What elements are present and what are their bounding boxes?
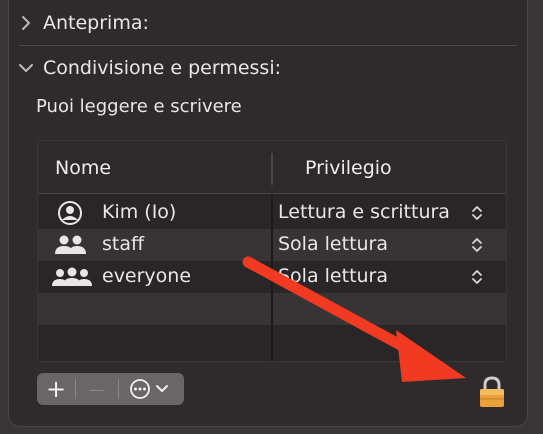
row-name: everyone	[102, 265, 192, 287]
chevron-right-icon[interactable]	[9, 15, 43, 31]
permissions-table: Nome Privilegio Kim (Io) Lettura e scrit…	[37, 140, 507, 362]
action-menu-button[interactable]	[119, 373, 181, 405]
user-circle-icon	[50, 200, 90, 226]
remove-button[interactable]: —	[76, 373, 118, 405]
chevron-down-icon[interactable]	[9, 61, 43, 75]
everyone-icon	[50, 264, 92, 290]
sharing-section-header[interactable]: Condivisione e permessi:	[9, 51, 527, 85]
group-icon	[50, 232, 90, 258]
column-separator	[271, 153, 273, 185]
permission-summary: Puoi leggere e scrivere	[36, 96, 242, 117]
privilege-select[interactable]: Lettura e scrittura	[278, 201, 450, 223]
column-header-privilege[interactable]: Privilegio	[305, 157, 392, 179]
preview-section-label: Anteprima:	[43, 12, 149, 34]
preview-section-header[interactable]: Anteprima:	[9, 6, 527, 40]
row-name: Kim (Io)	[102, 201, 177, 223]
ellipsis-circle-icon	[130, 379, 168, 399]
updown-chevron-icon[interactable]	[470, 204, 484, 222]
row-name: staff	[102, 233, 145, 255]
column-divider	[271, 194, 273, 361]
permissions-toolbar: + —	[37, 373, 184, 405]
updown-chevron-icon[interactable]	[470, 268, 484, 286]
table-header: Nome Privilegio	[38, 141, 506, 194]
add-button[interactable]: +	[37, 373, 75, 405]
section-divider	[19, 45, 517, 46]
privilege-select[interactable]: Sola lettura	[278, 265, 388, 287]
sharing-section-label: Condivisione e permessi:	[43, 57, 282, 79]
updown-chevron-icon[interactable]	[470, 236, 484, 254]
column-header-name[interactable]: Nome	[55, 157, 111, 179]
lock-icon[interactable]	[477, 375, 507, 409]
privilege-select[interactable]: Sola lettura	[278, 233, 388, 255]
info-window: Anteprima: Condivisione e permessi: Puoi…	[8, 0, 528, 427]
